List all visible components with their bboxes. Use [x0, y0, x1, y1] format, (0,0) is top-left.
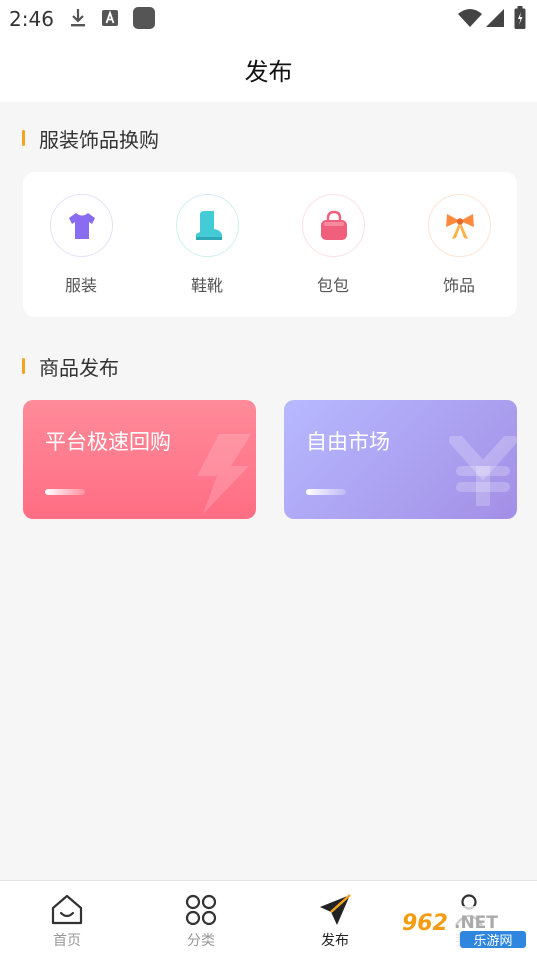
app-square-icon	[132, 6, 156, 34]
wifi-icon	[458, 8, 482, 32]
categories-card: 服装 鞋靴 包包 饰品	[23, 172, 517, 317]
tab-publish[interactable]: 发布	[268, 881, 402, 956]
category-item-shoes[interactable]: 鞋靴	[157, 194, 257, 304]
platform-buyback-card[interactable]: 平台极速回购	[23, 400, 256, 519]
category-label: 饰品	[442, 276, 475, 295]
tab-label: 发布	[321, 933, 349, 949]
card-decor-pill	[45, 489, 85, 495]
tab-label: 首页	[53, 933, 81, 949]
free-market-card[interactable]: 自由市场	[284, 400, 517, 519]
card-title: 自由市场	[306, 430, 390, 454]
status-bar: 2:46	[0, 0, 537, 38]
yen-icon	[448, 433, 517, 510]
category-icon-circle	[428, 194, 491, 257]
section-title-text: 商品发布	[39, 356, 119, 380]
category-item-accessories[interactable]: 饰品	[409, 194, 509, 304]
page-header: 发布	[0, 38, 537, 102]
battery-icon	[514, 6, 526, 34]
site-watermark-logo: 962 .NET 乐游网	[398, 904, 530, 952]
cell-signal-icon	[485, 8, 505, 32]
download-icon	[68, 7, 88, 33]
category-label: 服装	[64, 276, 97, 295]
section-accent-bar	[22, 358, 25, 374]
category-item-bags[interactable]: 包包	[283, 194, 383, 304]
card-decor-pill	[306, 489, 346, 495]
svg-text:.NET: .NET	[454, 913, 498, 933]
tab-category[interactable]: 分类	[134, 881, 268, 956]
category-label: 包包	[316, 276, 349, 295]
page-title: 发布	[244, 58, 293, 86]
section-accent-bar	[22, 130, 25, 146]
status-time: 2:46	[9, 7, 54, 31]
accessibility-a-icon	[101, 9, 119, 31]
tab-home[interactable]: 首页	[0, 881, 134, 956]
section-title-text: 服装饰品换购	[39, 128, 159, 152]
category-icon-circle	[176, 194, 239, 257]
card-title: 平台极速回购	[45, 430, 171, 454]
category-label: 鞋靴	[190, 276, 223, 295]
tab-label: 分类	[187, 933, 215, 949]
lightning-icon	[189, 434, 253, 518]
category-item-clothing[interactable]: 服装	[31, 194, 131, 304]
svg-text:962: 962	[402, 911, 448, 936]
category-icon-circle	[302, 194, 365, 257]
category-icon-circle	[50, 194, 113, 257]
svg-text:乐游网: 乐游网	[473, 934, 512, 949]
